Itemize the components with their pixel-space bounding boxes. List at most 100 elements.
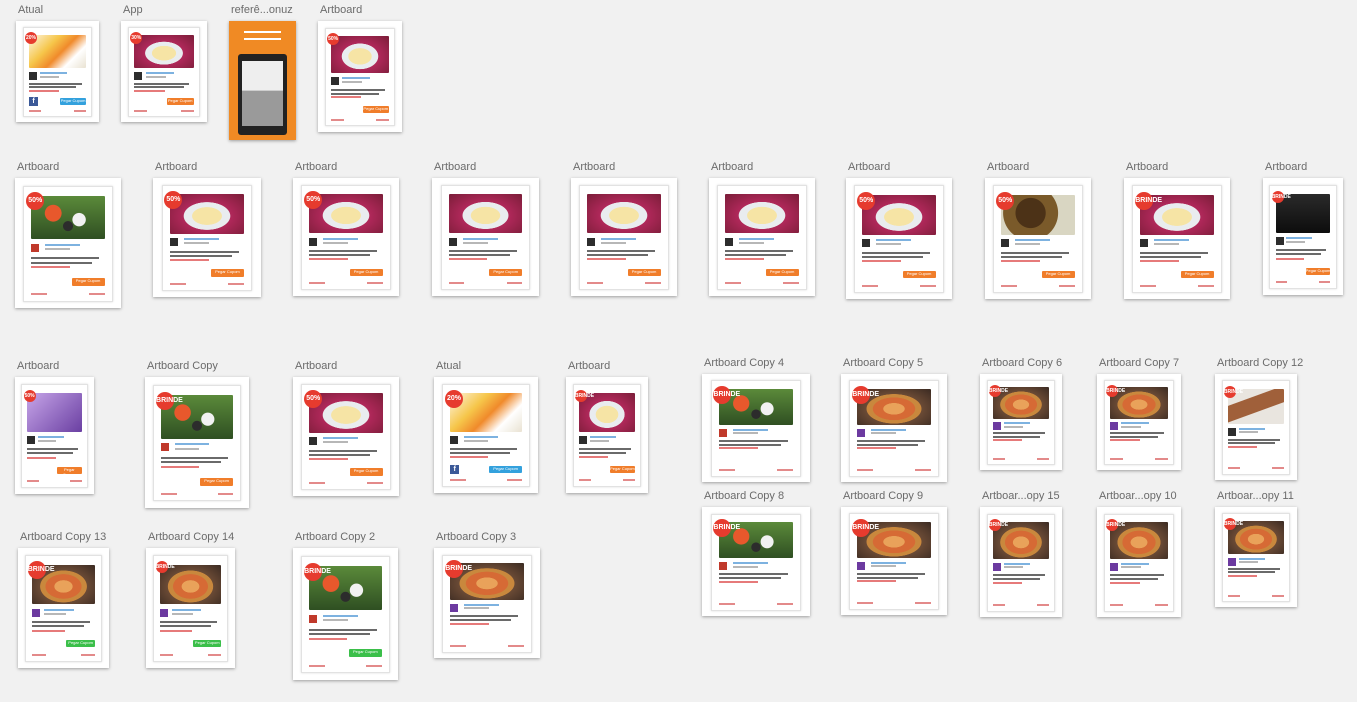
get-coupon-button[interactable]: Pegar Cupom [210,269,245,277]
artboard[interactable]: Artboard BRINDE Pegar Cupom [566,360,648,493]
footer-link-left[interactable] [450,479,466,482]
get-coupon-button[interactable]: Pegar Cupom [349,268,383,276]
artboard[interactable]: Artboard Copy 3 BRINDE [434,531,540,658]
artboard-label[interactable]: Artboard [568,360,610,372]
get-coupon-button[interactable]: Pegar Cupom [1180,270,1214,279]
footer-link-left[interactable] [1140,284,1157,287]
get-coupon-button[interactable]: Pegar Cupom [627,268,661,276]
artboard[interactable]: Artboard Pegar Cupom [709,161,815,296]
get-coupon-button[interactable]: Pegar Cupom [66,640,95,648]
artboard[interactable]: referê...onuz [229,4,296,140]
footer-link-left[interactable] [1110,458,1123,461]
footer-link-left[interactable] [159,653,174,656]
artboard[interactable]: Artboard 50% Pegar Cupom [318,4,402,132]
footer-link-right[interactable] [1155,603,1168,606]
footer-link-left[interactable] [169,282,186,285]
artboard-label[interactable]: Artboard [155,161,197,173]
footer-link-right[interactable] [1272,467,1285,470]
footer-link-left[interactable] [1110,603,1123,606]
artboard-label[interactable]: Artboard [17,161,59,173]
artboard-label[interactable]: Artboard Copy 12 [1217,357,1303,369]
footer-link-right[interactable] [81,653,95,656]
footer-link-right[interactable] [69,480,82,483]
get-coupon-button[interactable]: Pegar Cupom [609,465,636,474]
artboard[interactable]: Artboard Copy 6 BRINDE [980,357,1062,470]
artboard[interactable]: Artboard Copy 2 BRINDE Pegar Cupom [293,531,398,680]
footer-link-right[interactable] [506,479,522,482]
artboard[interactable]: Artboard BRINDE Pegar Cupom [1124,161,1230,299]
footer-link-right[interactable] [644,281,661,284]
artboard[interactable]: Artboard 50% Pegar Cupom [15,161,121,308]
get-coupon-button[interactable]: Pegar Cupom [200,477,233,486]
footer-link-left[interactable] [450,644,467,647]
artboard[interactable]: Artboard Copy 5 BRINDE [841,357,947,482]
footer-link-right[interactable] [1037,458,1050,461]
footer-link-left[interactable] [718,468,735,471]
artboard-label[interactable]: Artboard [987,161,1029,173]
footer-link-right[interactable] [919,284,936,287]
artboard-label[interactable]: Artboard Copy 4 [704,357,784,369]
footer-link-right[interactable] [1318,281,1331,284]
footer-link-left[interactable] [862,284,879,287]
footer-link-left[interactable] [134,109,148,112]
footer-link-left[interactable] [27,480,40,483]
artboard-label[interactable]: Artboard Copy 9 [843,490,923,502]
footer-link-right[interactable] [1155,458,1168,461]
artboard[interactable]: Atual 20% Pegar Cupom f [16,4,99,122]
artboard[interactable]: Artboard 50% Pegar Cupom [985,161,1091,299]
artboard-label[interactable]: Artboard [711,161,753,173]
footer-link-left[interactable] [857,468,874,471]
artboard-label[interactable]: Artboard [320,4,362,16]
footer-link-left[interactable] [29,109,42,112]
footer-link-right[interactable] [366,664,382,667]
footer-link-right[interactable] [1037,603,1050,606]
artboard-label[interactable]: Artboard [573,161,615,173]
footer-link-right[interactable] [207,653,222,656]
footer-link-left[interactable] [587,281,604,284]
footer-link-left[interactable] [992,458,1005,461]
footer-link-left[interactable] [161,492,177,495]
footer-link-right[interactable] [73,109,86,112]
get-coupon-button[interactable]: Pegar Cupom [166,98,194,105]
footer-link-left[interactable] [857,601,874,604]
footer-link-right[interactable] [366,281,383,284]
artboard[interactable]: Artboard Copy 12 BRINDE [1215,357,1303,480]
footer-link-left[interactable] [32,653,46,656]
artboard[interactable]: Artboard Copy 14 BRINDE Pegar Cupom [146,531,235,668]
artboard-label[interactable]: Artboard [434,161,476,173]
footer-link-left[interactable] [1001,284,1018,287]
facebook-icon[interactable]: f [29,97,39,107]
footer-link-left[interactable] [309,481,326,484]
footer-link-right[interactable] [777,602,794,605]
artboard[interactable]: Artboard Copy 13 BRINDE Pegar Cupom [18,531,109,668]
footer-link-right[interactable] [777,468,794,471]
get-coupon-button[interactable]: Pegar Cupom [71,277,105,286]
artboard-label[interactable]: referê...onuz [231,4,293,16]
footer-link-left[interactable] [992,603,1005,606]
footer-link-right[interactable] [914,468,931,471]
footer-link-left[interactable] [725,281,742,284]
artboard-label[interactable]: Artboard [295,161,337,173]
artboard-label[interactable]: Artboard Copy [147,360,218,372]
artboard[interactable]: Artboard Copy BRINDE Pegar Cupom [145,360,249,508]
get-coupon-button[interactable]: Pegar Cupom [193,640,222,648]
footer-link-right[interactable] [506,281,523,284]
artboard[interactable]: Artboard Copy 9 BRINDE [841,490,947,615]
artboard[interactable]: Artboard Copy 4 BRINDE [702,357,810,482]
get-coupon-button[interactable]: Pegar Cupom [489,268,523,276]
artboard-label[interactable]: Artboard Copy 2 [295,531,375,543]
artboard[interactable]: Artboard 50% Pegar Cupom [846,161,952,299]
artboard[interactable]: Artboar...opy 10 BRINDE [1097,490,1181,617]
artboard-label[interactable]: Artboar...opy 15 [982,490,1060,502]
artboard-label[interactable]: Atual [436,360,461,372]
footer-link-left[interactable] [1275,281,1288,284]
artboard[interactable]: Artboard Pegar Cupom [432,161,539,296]
artboard-label[interactable]: App [123,4,143,16]
footer-link-left[interactable] [309,281,326,284]
artboard[interactable]: Artboard Copy 8 BRINDE [702,490,810,616]
footer-link-right[interactable] [1272,594,1285,597]
artboard-label[interactable]: Artboard Copy 8 [704,490,784,502]
footer-link-right[interactable] [1197,284,1214,287]
get-coupon-button[interactable]: Pegar Cupom [362,106,389,113]
artboard[interactable]: Artboar...opy 15 BRINDE [980,490,1062,617]
